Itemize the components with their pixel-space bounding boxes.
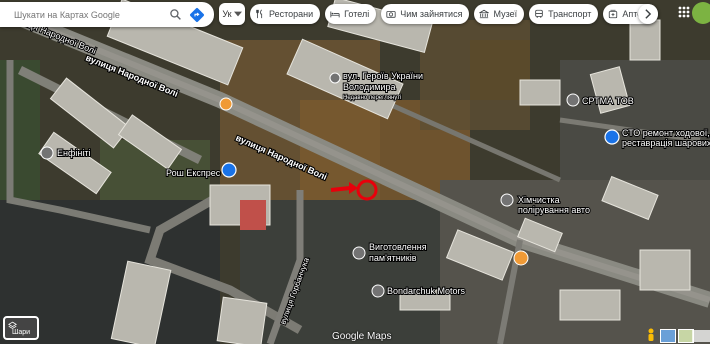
footer-controls	[692, 330, 710, 342]
chip-transit[interactable]: Транспорт	[529, 4, 599, 24]
search-icon[interactable]	[164, 4, 186, 26]
layers-label: Шари	[11, 329, 31, 336]
transit-icon	[535, 9, 543, 18]
chip-museums-label: Музеї	[493, 9, 518, 19]
chip-transit-label: Транспорт	[548, 9, 592, 19]
poi-khim-line1: Хімчистка	[518, 195, 560, 205]
language-label: Ук	[222, 9, 232, 19]
poi-gerov-line2: Володимира	[343, 82, 395, 92]
poi-enfiniti[interactable]: Енфініті	[40, 146, 91, 160]
google-maps-logo: Google Maps	[332, 331, 392, 342]
chip-hotels-label: Готелі	[344, 9, 370, 19]
imagery-thumbnails	[660, 329, 694, 343]
museum-icon	[479, 9, 490, 19]
poi-sto-line2: реставрація шарових...	[622, 138, 710, 148]
chip-things-to-do[interactable]: Чим зайнятися	[381, 4, 470, 24]
poi-crtma-label: СРТМА ТОВ	[582, 96, 634, 106]
search-box[interactable]	[0, 2, 214, 27]
chevron-down-icon	[233, 11, 242, 17]
camera-icon	[386, 11, 396, 18]
poi-vyh-line1: Виготовлення	[369, 242, 427, 252]
poi-khim-line2: полірування авто	[518, 205, 590, 215]
chip-restaurants-label: Ресторани	[269, 9, 314, 19]
poi-orange-small[interactable]	[513, 250, 529, 266]
poi-rosh-label: Рош Експрес	[166, 168, 221, 178]
chip-hotels[interactable]: Готелі	[325, 4, 377, 24]
poi-sto-line1: СТО ремонт ходової,	[622, 128, 710, 138]
chip-things-label: Чим зайнятися	[400, 9, 463, 19]
layers-button[interactable]: Шари	[3, 316, 39, 340]
poi-gerov-sub: Недавно переглянуті	[343, 95, 401, 101]
category-chips: Ресторани Готелі Чим зайнятися Музеї Тра…	[250, 4, 659, 24]
poi-orange-pin[interactable]	[219, 97, 233, 111]
poi-gerov-line1: вул. Героїв України	[343, 71, 423, 81]
imagery-thumb-1[interactable]	[660, 329, 676, 343]
pegman-icon[interactable]	[646, 328, 656, 342]
poi-crtma[interactable]: СРТМА ТОВ	[566, 93, 635, 107]
search-input[interactable]	[12, 8, 164, 21]
language-chip[interactable]: Ук	[219, 3, 245, 25]
restaurant-icon	[256, 9, 263, 19]
satellite-map[interactable]: вулиця Народної Волі вулиця Народної Вол…	[0, 0, 710, 344]
more-categories-button[interactable]	[638, 4, 658, 24]
poi-vyh-line2: пам'ятників	[369, 253, 417, 263]
chip-restaurants[interactable]: Ресторани	[250, 4, 321, 24]
pharmacy-icon	[609, 9, 618, 19]
layers-icon	[8, 321, 17, 329]
directions-icon[interactable]	[186, 4, 208, 26]
poi-enfiniti-label: Енфініті	[57, 148, 90, 158]
hotel-icon	[330, 11, 340, 18]
chip-museums[interactable]: Музеї	[474, 4, 525, 24]
chevron-right-icon	[645, 9, 652, 19]
avatar[interactable]	[692, 2, 710, 24]
poi-bondarchuk-label: Bondarchuk Motors	[387, 286, 466, 296]
apps-grid-icon[interactable]	[678, 6, 690, 18]
poi-bondarchuk[interactable]: Bondarchuk Motors	[371, 284, 467, 298]
